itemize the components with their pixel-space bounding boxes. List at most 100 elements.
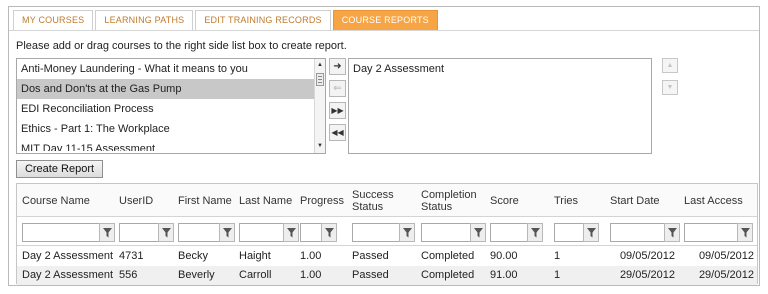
filter-button-completion-status[interactable] [470,223,486,242]
list-item[interactable]: Dos and Don'ts at the Gas Pump [17,79,325,99]
cell-success-status: Passed [352,269,389,281]
tab-edit-training-records[interactable]: EDIT TRAINING RECORDS [195,10,331,30]
filter-row [17,217,757,246]
filter-button-success-status[interactable] [399,223,415,242]
funnel-icon [162,228,171,238]
tab-divider [9,30,759,31]
cell-last-name: Carroll [239,269,272,281]
column-header-last-name[interactable]: Last Name [239,184,295,217]
cell-userid: 556 [119,269,138,281]
cell-first-name: Beverly [178,269,215,281]
column-header-tries[interactable]: Tries [554,184,604,217]
scroll-up-icon[interactable]: ▲ [316,61,324,70]
listbox-scrollbar[interactable]: ▲ ▼ [314,59,325,153]
cell-start-date: 09/05/2012 [619,250,675,262]
filter-button-course-name[interactable] [99,223,115,242]
filter-button-score[interactable] [527,223,543,242]
course-reports-panel: MY COURSES LEARNING PATHS EDIT TRAINING … [8,6,760,286]
cell-start-date: 29/05/2012 [619,269,675,281]
filter-button-last-name[interactable] [283,223,299,242]
tab-bar: MY COURSES LEARNING PATHS EDIT TRAINING … [13,10,440,30]
tab-my-courses[interactable]: MY COURSES [13,10,94,30]
cell-last-name: Haight [239,250,271,262]
filter-button-last-access[interactable] [737,223,753,242]
filter-input-progress[interactable] [300,223,322,242]
filter-button-start-date[interactable] [664,223,680,242]
funnel-icon [474,228,483,238]
cell-userid: 4731 [119,250,144,262]
filter-button-first-name[interactable] [219,223,235,242]
create-report-button[interactable]: Create Report [16,160,103,178]
cell-course-name: Day 2 Assessment [22,269,114,281]
scroll-thumb[interactable] [316,73,324,86]
tab-course-reports[interactable]: COURSE REPORTS [332,10,438,30]
cell-progress: 1.00 [300,269,322,281]
add-course-button[interactable]: ➜ [329,58,346,75]
cell-score: 90.00 [490,250,518,262]
filter-button-userid[interactable] [158,223,174,242]
move-down-button[interactable]: ▼ [662,80,678,95]
column-header-userid[interactable]: UserID [119,184,169,217]
filter-input-start-date[interactable] [610,223,665,242]
scroll-down-icon[interactable]: ▼ [316,142,324,151]
column-header-last-access[interactable]: Last Access [684,184,754,217]
funnel-icon [587,228,596,238]
table-row[interactable]: Day 2 Assessment 556 Beverly Carroll 1.0… [17,266,757,285]
cell-success-status: Passed [352,250,389,262]
cell-completion-status: Completed [421,250,475,262]
cell-last-access: 09/05/2012 [698,250,754,262]
double-arrow-left-icon: ◀◀ [331,128,344,137]
report-grid: Course Name UserID First Name Last Name … [16,183,758,285]
column-header-completion-status[interactable]: Completion Status [421,184,486,217]
available-courses-listbox[interactable]: Anti-Money Laundering - What it means to… [16,58,326,154]
cell-progress: 1.00 [300,250,322,262]
cell-course-name: Day 2 Assessment [22,250,114,262]
filter-input-course-name[interactable] [22,223,100,242]
add-all-courses-button[interactable]: ▶▶ [329,102,346,119]
cell-tries: 1 [554,269,561,281]
triangle-up-icon: ▲ [666,62,674,69]
filter-input-last-access[interactable] [684,223,738,242]
funnel-icon [531,228,540,238]
arrow-left-icon: ⇐ [333,83,342,94]
remove-all-courses-button[interactable]: ◀◀ [329,124,346,141]
column-header-start-date[interactable]: Start Date [610,184,675,217]
funnel-icon [325,228,334,238]
triangle-down-icon: ▼ [666,84,674,91]
filter-input-userid[interactable] [119,223,159,242]
filter-input-completion-status[interactable] [421,223,471,242]
list-item[interactable]: Day 2 Assessment [349,59,651,79]
column-header-first-name[interactable]: First Name [178,184,236,217]
cell-last-access: 29/05/2012 [698,269,754,281]
instructions-text: Please add or drag courses to the right … [16,40,347,52]
cell-first-name: Becky [178,250,208,262]
filter-input-tries[interactable] [554,223,584,242]
move-up-button[interactable]: ▲ [662,58,678,73]
list-item[interactable]: MIT Day 11-15 Assessment [17,139,325,151]
cell-score: 91.00 [490,269,518,281]
column-header-progress[interactable]: Progress [300,184,350,217]
filter-input-score[interactable] [490,223,528,242]
funnel-icon [103,228,112,238]
funnel-icon [741,228,750,238]
filter-input-first-name[interactable] [178,223,220,242]
filter-input-success-status[interactable] [352,223,400,242]
column-header-score[interactable]: Score [490,184,540,217]
filter-button-tries[interactable] [583,223,599,242]
column-header-course-name[interactable]: Course Name [22,184,112,217]
list-item[interactable]: Anti-Money Laundering - What it means to… [17,59,325,79]
list-item[interactable]: Ethics - Part 1: The Workplace [17,119,325,139]
funnel-icon [403,228,412,238]
list-item[interactable]: EDI Reconciliation Process [17,99,325,119]
table-row[interactable]: Day 2 Assessment 4731 Becky Haight 1.00 … [17,247,757,266]
selected-courses-listbox[interactable]: Day 2 Assessment [348,58,652,154]
cell-tries: 1 [554,250,561,262]
filter-button-progress[interactable] [321,223,337,242]
remove-course-button[interactable]: ⇐ [329,80,346,97]
tab-learning-paths[interactable]: LEARNING PATHS [95,10,194,30]
arrow-right-icon: ➜ [333,61,342,72]
grid-header: Course Name UserID First Name Last Name … [17,184,757,217]
filter-input-last-name[interactable] [239,223,284,242]
funnel-icon [287,228,296,238]
column-header-success-status[interactable]: Success Status [352,184,407,217]
